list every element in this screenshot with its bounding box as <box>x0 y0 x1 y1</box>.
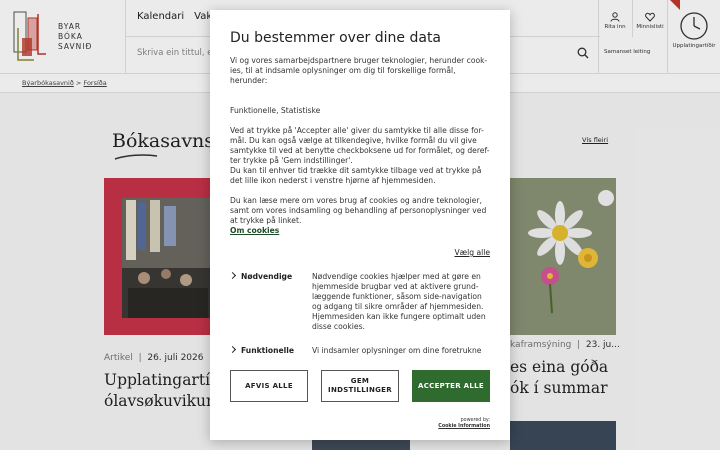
category-description: Vi indsamler oplysninger om dine foretru… <box>312 346 482 355</box>
category-description: Nødvendige cookies hjælper med at gøre e… <box>312 272 486 331</box>
cookie-consent-dialog: Du bestemmer over dine data Vi og vores … <box>210 10 510 440</box>
accept-all-button[interactable]: ACCEPTER ALLE <box>412 370 490 402</box>
reject-all-button[interactable]: AFVIS ALLE <box>230 370 308 402</box>
dialog-description: Vi og vores samarbejdspartnere bruger te… <box>230 56 490 235</box>
category-toggle-functional[interactable]: Funktionelle <box>228 345 310 355</box>
category-toggle-necessary[interactable]: Nødvendige <box>228 271 310 281</box>
select-all-link[interactable]: Vælg alle <box>454 248 490 257</box>
chevron-right-icon <box>228 345 237 354</box>
cookie-information-link[interactable]: Cookie Information <box>438 424 490 429</box>
consent-categories[interactable]: Vælg alle Nødvendige Nødvendige cookies … <box>210 236 510 366</box>
dialog-actions: AFVIS ALLE GEM INDSTILLINGER ACCEPTER AL… <box>210 366 510 412</box>
chevron-right-icon <box>228 271 237 280</box>
save-settings-button[interactable]: GEM INDSTILLINGER <box>321 370 399 402</box>
about-cookies-link[interactable]: Om cookies <box>230 226 279 235</box>
powered-by: powered by: Cookie Information <box>438 418 490 429</box>
dialog-title: Du bestemmer over dine data <box>230 30 442 46</box>
